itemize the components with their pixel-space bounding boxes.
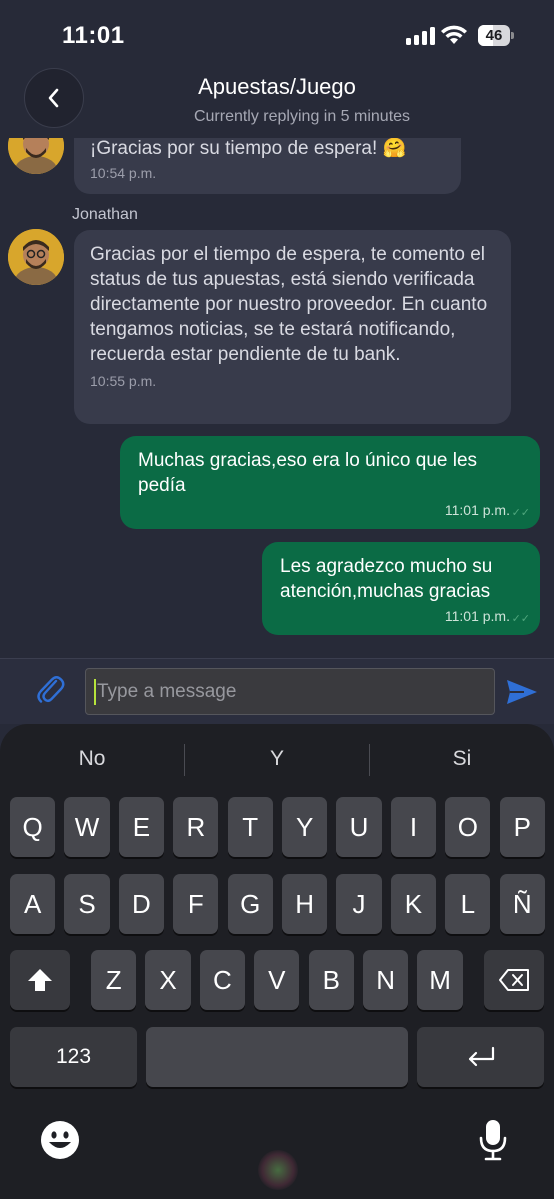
key-h[interactable]: H [282, 874, 328, 934]
message-text: Gracias por el tiempo de espera, te come… [90, 244, 488, 365]
key-j[interactable]: J [336, 874, 382, 934]
agent-avatar [8, 138, 64, 174]
message-text: Les agradezco mucho su atención,muchas g… [280, 556, 493, 602]
microphone-icon[interactable] [478, 1118, 508, 1162]
return-icon [468, 1046, 494, 1067]
message-time: 11:01 p.m. [444, 502, 510, 518]
key-s[interactable]: S [64, 874, 110, 934]
numbers-key[interactable]: 123 [10, 1027, 137, 1087]
suggestion-no[interactable]: No [0, 742, 184, 776]
message-bubble-incoming: Gracias por el tiempo de espera, te come… [74, 230, 511, 424]
message-input-placeholder: Type a message [97, 680, 237, 702]
reply-time-subtitle: Currently replying in 5 minutes [193, 108, 411, 125]
message-list[interactable]: ¡Gracias por su tiempo de espera! 🤗 10:5… [0, 138, 554, 658]
key-v[interactable]: V [254, 950, 300, 1010]
key-x[interactable]: X [145, 950, 191, 1010]
wifi-icon [441, 25, 467, 44]
key-t[interactable]: T [227, 797, 273, 857]
emoji-icon[interactable] [40, 1120, 80, 1160]
shift-key[interactable] [10, 950, 70, 1010]
key-w[interactable]: W [64, 797, 110, 857]
read-receipt-icon: ✓✓ [511, 507, 530, 519]
suggestion-si[interactable]: Si [370, 742, 554, 776]
key-k[interactable]: K [390, 874, 437, 934]
message-time: 11:01 p.m. [444, 608, 510, 624]
key-r[interactable]: R [173, 797, 219, 857]
key-ñ[interactable]: Ñ [499, 874, 545, 934]
chat-title: Apuestas/Juego [198, 74, 356, 99]
battery-icon: 46 [478, 25, 514, 46]
message-time: 10:54 p.m. [90, 165, 157, 181]
key-n[interactable]: N [363, 950, 409, 1010]
key-q[interactable]: Q [10, 797, 56, 857]
backspace-icon [499, 969, 529, 991]
message-text: ¡Gracias por su tiempo de espera! 🤗 [90, 138, 407, 159]
key-l[interactable]: L [445, 874, 491, 934]
text-cursor [94, 678, 96, 705]
status-time: 11:01 [62, 22, 125, 49]
status-bar: 11:01 46 [0, 0, 554, 70]
message-bubble-incoming: ¡Gracias por su tiempo de espera! 🤗 10:5… [74, 138, 461, 194]
key-b[interactable]: B [308, 950, 354, 1010]
cellular-signal-icon [406, 27, 435, 45]
key-e[interactable]: E [118, 797, 165, 857]
read-receipt-icon: ✓✓ [511, 613, 530, 625]
message-bubble-outgoing: Muchas gracias,eso era lo único que les … [120, 436, 540, 529]
home-indicator [258, 1150, 298, 1190]
battery-percent: 46 [485, 27, 503, 44]
key-i[interactable]: I [390, 797, 437, 857]
key-o[interactable]: O [445, 797, 491, 857]
key-d[interactable]: D [118, 874, 165, 934]
message-time: 10:55 p.m. [90, 373, 157, 389]
message-bubble-outgoing: Les agradezco mucho su atención,muchas g… [262, 542, 540, 635]
keyboard: No Y Si QWERTYUIOP ASDFGHJKLÑ ZXCVBNM 12… [0, 724, 554, 1199]
suggestion-y[interactable]: Y [185, 742, 369, 776]
agent-avatar [8, 229, 64, 285]
delete-key[interactable] [484, 950, 544, 1010]
send-icon[interactable] [506, 679, 538, 705]
key-z[interactable]: Z [91, 950, 137, 1010]
return-key[interactable] [417, 1027, 544, 1087]
key-m[interactable]: M [417, 950, 463, 1010]
message-text: Muchas gracias,eso era lo único que les … [138, 450, 478, 496]
key-c[interactable]: C [199, 950, 246, 1010]
key-y[interactable]: Y [282, 797, 328, 857]
key-f[interactable]: F [173, 874, 219, 934]
sender-name: Jonathan [72, 206, 138, 223]
message-input[interactable]: Type a message [85, 668, 495, 715]
space-bar[interactable] [146, 1027, 408, 1087]
key-a[interactable]: A [10, 874, 56, 934]
paperclip-icon[interactable] [36, 675, 66, 707]
message-composer: Type a message [0, 658, 554, 724]
key-g[interactable]: G [227, 874, 273, 934]
key-p[interactable]: P [499, 797, 545, 857]
shift-icon [28, 969, 52, 991]
key-u[interactable]: U [336, 797, 382, 857]
